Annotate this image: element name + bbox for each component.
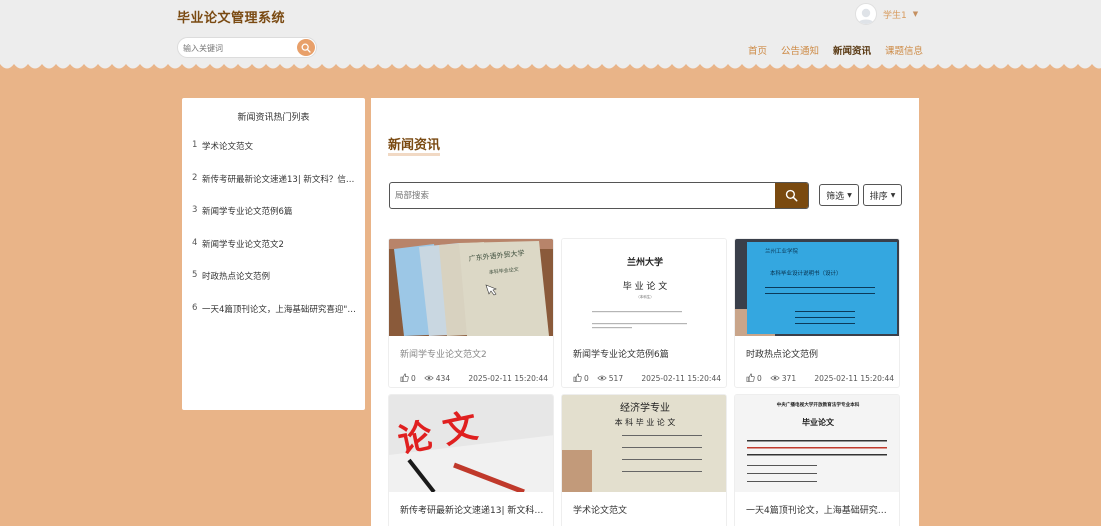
list-item[interactable]: 1 学术论文范文 [192,140,360,173]
local-search [389,182,809,209]
header-search-input[interactable] [183,41,293,55]
news-card[interactable]: 兰州大学 毕 业 论 文 （本科生） 新闻学专业论文范例6篇 0 517 202… [561,238,727,388]
news-card-title[interactable]: 新闻学专业论文范例6篇 [573,347,719,360]
thumb-text: 兰州大学 [627,256,663,268]
news-card-meta: 0 517 2025-02-11 15:20:44 [573,373,721,384]
main-nav: 首页 公告通知 新闻资讯 课题信息 [748,43,923,57]
news-card[interactable]: 兰州工业学院 本科毕业设计说明书（设计） 时政热点论文范例 0 371 2025… [734,238,900,388]
thumb-text: 兰州工业学院 [765,247,799,255]
avatar[interactable] [855,3,877,25]
local-search-button[interactable] [775,183,808,208]
thumbs-up-icon[interactable] [573,373,582,384]
chevron-down-icon[interactable]: ▼ [913,10,918,18]
site-brand[interactable]: 毕业论文管理系统 [177,7,285,26]
news-card[interactable]: 广东外语外贸大学 本科毕业论文 新闻学专业论文范文2 0 434 2025-02… [388,238,554,388]
list-item[interactable]: 4 新闻学专业论文范文2 [192,238,360,271]
news-card[interactable]: 经济学专业 本 科 毕 业 论 文 学术论文范文 [561,394,727,526]
news-thumbnail[interactable]: 中央广播电视大学开放教育法学专业本科 毕业论文 [735,395,899,492]
news-card[interactable]: 论 文 新传考研最新论文速递13| 新文科… [388,394,554,526]
thumb-text: 经济学专业 [620,401,670,414]
user-menu[interactable]: 学生1 ▼ [855,2,918,26]
news-card-meta: 0 371 2025-02-11 15:20:44 [746,373,894,384]
eye-icon [424,374,434,384]
news-thumbnail[interactable]: 兰州大学 毕 业 论 文 （本科生） [562,239,726,336]
hot-news-title: 新闻资讯热门列表 [237,113,310,123]
news-card[interactable]: 中央广播电视大学开放教育法学专业本科 毕业论文 一天4篇顶刊论文，上海基础研究… [734,394,900,526]
thumbs-up-icon[interactable] [746,373,755,384]
header-search [177,37,317,58]
thumb-text: 中央广播电视大学开放教育法学专业本科 [777,401,860,408]
filter-button[interactable]: 筛选 ▼ [819,184,859,206]
nav-news[interactable]: 新闻资讯 [833,43,871,57]
news-thumbnail[interactable]: 兰州工业学院 本科毕业设计说明书（设计） [735,239,899,336]
thumbs-up-icon[interactable] [400,373,409,384]
news-main-panel: 新闻资讯 筛选▼ 排序▼ 广东外语外贸大学 本科毕业论文 [371,98,919,526]
header-wave-divider [0,64,1101,74]
sort-button[interactable]: 排序 ▼ [863,184,902,206]
list-item[interactable]: 2 新传考研最新论文速递13| 新文科？信… [192,173,360,206]
news-thumbnail[interactable]: 论 文 [389,395,553,492]
news-card-title[interactable]: 一天4篇顶刊论文，上海基础研究… [746,503,892,516]
thumb-text: 毕 业 论 文 [623,280,668,292]
news-card-meta: 0 434 2025-02-11 15:20:44 [400,373,548,384]
hot-news-list: 1 学术论文范文 2 新传考研最新论文速递13| 新文科？信… 3 新闻学专业论文范例… [192,140,360,335]
news-card-title[interactable]: 新闻学专业论文范文2 [400,347,546,360]
thumb-text: 本科毕业设计说明书（设计） [770,269,842,277]
local-search-input[interactable] [395,189,765,203]
eye-icon [597,374,607,384]
nav-notices[interactable]: 公告通知 [781,43,819,57]
caret-down-icon: ▼ [847,191,852,199]
thumb-text: 毕业论文 [802,417,835,427]
news-thumbnail[interactable]: 广东外语外贸大学 本科毕业论文 [389,239,553,336]
list-item[interactable]: 5 时政热点论文范例 [192,270,360,303]
nav-home[interactable]: 首页 [748,43,767,57]
news-card-title[interactable]: 学术论文范文 [573,503,719,516]
thumb-text: 本 科 毕 业 论 文 [615,417,676,427]
news-card-title[interactable]: 新传考研最新论文速递13| 新文科… [400,503,546,516]
news-thumbnail[interactable]: 经济学专业 本 科 毕 业 论 文 [562,395,726,492]
search-icon [301,43,311,53]
header-search-button[interactable] [297,39,315,56]
user-avatar-icon [858,8,874,24]
nav-topics[interactable]: 课题信息 [885,43,923,57]
user-name[interactable]: 学生1 [883,8,907,21]
list-item[interactable]: 6 一天4篇顶刊论文，上海基础研究喜迎"… [192,303,360,336]
search-icon [785,189,798,202]
news-card-title[interactable]: 时政热点论文范例 [746,347,892,360]
thumb-text: （本科生） [636,294,654,299]
caret-down-icon: ▼ [890,191,896,199]
list-item[interactable]: 3 新闻学专业论文范例6篇 [192,205,360,238]
page-title: 新闻资讯 [388,134,441,156]
hot-news-panel: 新闻资讯热门列表 1 学术论文范文 2 新传考研最新论文速递13| 新文科？信… 3… [182,98,365,410]
top-header: 毕业论文管理系统 学生1 ▼ 首页 公告通知 新闻资讯 课题信息 [0,0,1101,64]
eye-icon [770,374,780,384]
